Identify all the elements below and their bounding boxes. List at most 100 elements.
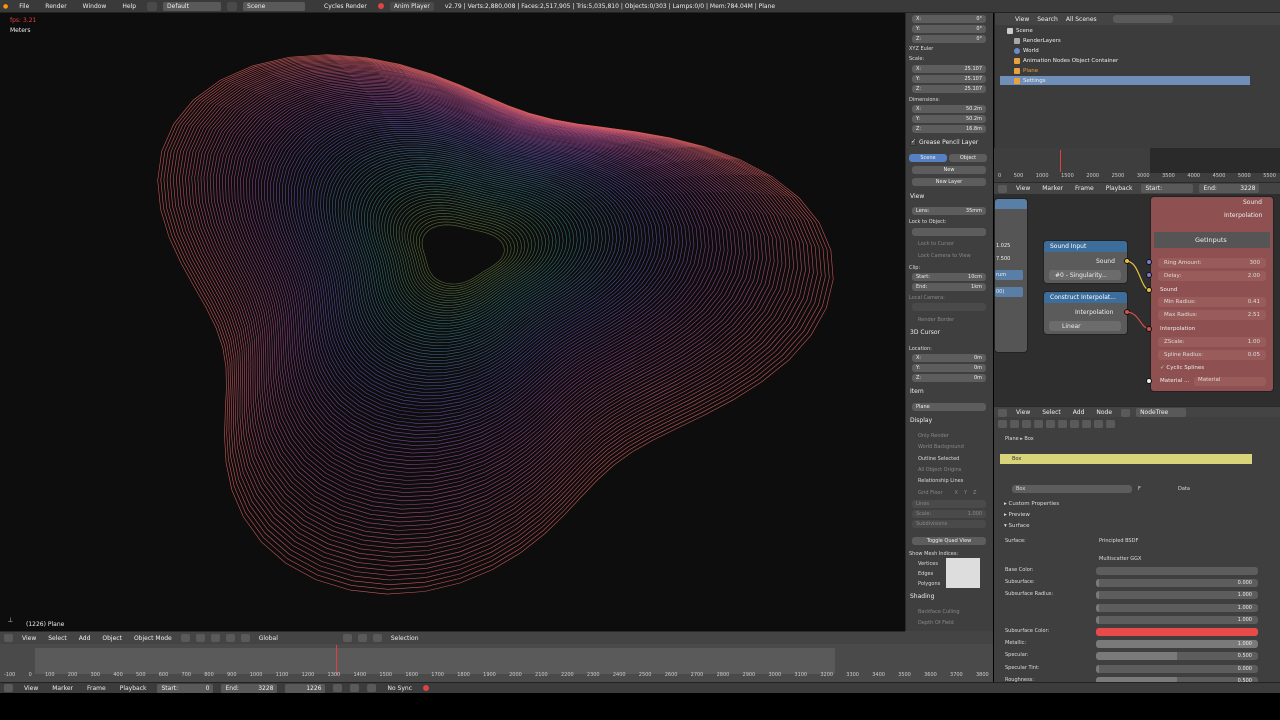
cursor-z-field[interactable]: Z: 0m [912,374,986,382]
shader-property-slider[interactable] [1096,567,1258,575]
graph-start-field[interactable]: Start: [1141,184,1194,193]
grease-pencil-check-icon[interactable] [910,138,916,146]
node-menu-select[interactable]: Select [1039,409,1064,416]
rotation-mode[interactable]: XYZ Euler [909,44,991,53]
item-name-field[interactable]: Plane [912,403,986,411]
mode-selector[interactable]: Object Mode [131,635,175,642]
graph-editor-type-icon[interactable] [998,184,1007,193]
lock-camera-checkbox[interactable]: Lock Camera to View [918,251,993,260]
node-tree-selector[interactable]: NodeTree [1136,408,1187,417]
shader-property-slider[interactable]: 1.000 [1096,591,1258,600]
outliner-item-world[interactable]: World [1014,48,1039,54]
timeline-menu-frame[interactable]: Frame [84,685,109,692]
node-menu-add[interactable]: Add [1070,409,1088,416]
vertices-checkbox[interactable]: Vertices [918,559,948,568]
layout-selector[interactable]: Default [163,1,222,11]
left-node-value-1[interactable]: 1.025 [996,243,1010,249]
delay-field[interactable]: Delay: 2.00 [1158,271,1266,281]
gp-object-tab[interactable]: Object [949,154,987,162]
shader-property-slider[interactable]: 0.500 [1096,652,1258,661]
graph-current-frame[interactable] [1060,150,1061,172]
max-radius-field[interactable]: Max Radius: 2.51 [1158,310,1266,320]
viewport-menu-add[interactable]: Add [76,635,94,642]
local-camera-field[interactable] [912,303,986,311]
clip-end-field[interactable]: End: 1km [912,283,986,291]
backface-culling-checkbox[interactable]: Backface Culling [918,607,993,616]
shader-property-slider[interactable] [1096,628,1258,636]
item-header[interactable]: Item [910,388,924,395]
snap-icon[interactable] [357,634,367,642]
material-socket[interactable] [1146,378,1152,384]
fake-user-label[interactable]: F [1138,486,1141,492]
graph-menu-playback[interactable]: Playback [1103,185,1136,192]
grid-floor-checkbox[interactable]: Grid Floor X Y Z [918,488,993,497]
viewport-menu-object[interactable]: Object [99,635,125,642]
translate-icon[interactable] [225,634,235,642]
render-tab-icon[interactable] [998,420,1007,428]
rotation-x-field[interactable]: X: 0° [912,15,986,23]
graph-end-field[interactable]: End: 3228 [1199,184,1260,193]
grid-subdivisions-field[interactable]: Subdivisions [912,520,986,528]
current-frame-field[interactable]: 1226 [285,683,326,693]
menu-render[interactable]: Render [40,3,71,10]
grid-lines-field[interactable]: Lines [912,500,986,508]
gp-new-layer-button[interactable]: New Layer [912,178,986,186]
sound-input-socket[interactable] [1146,287,1152,293]
cyclic-splines-checkbox[interactable]: ✓ Cyclic Splines [1160,365,1204,371]
auto-keying-icon[interactable] [423,685,430,691]
scale-x-field[interactable]: X: 25.107 [912,65,986,73]
toggle-quad-view-button[interactable]: Toggle Quad View [912,537,986,545]
outline-selected-checkbox[interactable]: Outline Selected [918,454,993,463]
scale-z-field[interactable]: Z: 25.107 [912,85,986,93]
scene-icon[interactable] [227,1,238,11]
pivot-icon[interactable] [195,634,205,642]
manipulator-icon[interactable] [210,634,220,642]
view-panel-header[interactable]: View [910,193,924,200]
shading-icon[interactable] [180,634,190,642]
menu-file[interactable]: File [14,3,34,10]
menu-help[interactable]: Help [117,3,141,10]
timeline-menu-view[interactable]: View [21,685,41,692]
render-border-checkbox[interactable]: Render Border [918,315,993,324]
dimension-x-field[interactable]: X: 50.2m [912,105,986,113]
clip-start-field[interactable]: Start: 10cm [912,273,986,281]
anim-player-button[interactable]: Anim Player [389,1,434,11]
outliner-item-scene[interactable]: Scene [1007,28,1033,34]
shading-header[interactable]: Shading [910,593,934,600]
left-node-value-2[interactable]: 7.500 [996,256,1010,262]
scene-selector[interactable]: Scene [243,1,306,11]
display-header[interactable]: Display [910,417,932,424]
all-origins-checkbox[interactable]: All Object Origins [918,465,993,474]
ring-socket[interactable] [1146,259,1152,265]
ring-amount-field[interactable]: Ring Amount: 300 [1158,258,1266,268]
object-tab-icon[interactable] [1046,420,1055,428]
zscale-field[interactable]: ZScale: 1.00 [1158,337,1266,347]
jump-start-icon[interactable] [333,684,343,692]
outliner-item-renderlayers[interactable]: RenderLayers [1014,38,1061,44]
viewport-menu-view[interactable]: View [19,635,39,642]
custom-properties-panel[interactable]: ▸ Custom Properties [1004,501,1059,507]
material-tab-icon[interactable] [1094,420,1103,428]
outliner-menu-view[interactable]: View [1015,16,1029,23]
getinputs-node[interactable] [1150,196,1274,392]
cursor-y-field[interactable]: Y: 0m [912,364,986,372]
3d-cursor-header[interactable]: 3D Cursor [910,329,940,336]
timeline-menu-marker[interactable]: Marker [49,685,76,692]
sound-input-title[interactable]: Sound Input [1044,241,1127,252]
render-engine-selector[interactable]: Cycles Render [319,3,372,10]
breadcrumb-plane[interactable]: Plane [1005,436,1019,442]
polygons-checkbox[interactable]: Polygons [918,579,948,588]
timeline-menu-playback[interactable]: Playback [117,685,150,692]
jump-end-icon[interactable] [367,684,377,692]
editor-type-icon[interactable] [4,634,13,642]
distribution-selector[interactable]: Multiscatter GGX [1095,555,1265,564]
material-slot-list[interactable] [1000,454,1252,464]
render-icon[interactable] [372,634,382,642]
material-slot-name[interactable]: Box [1012,456,1021,462]
interpolation-input-socket[interactable] [1146,326,1152,332]
relationship-lines-checkbox[interactable]: Relationship Lines [918,476,993,485]
edges-checkbox[interactable]: Edges [918,569,948,578]
constraints-tab-icon[interactable] [1058,420,1067,428]
surface-panel[interactable]: ▾ Surface [1004,523,1029,529]
node-tree-type-icon[interactable] [1121,408,1131,417]
